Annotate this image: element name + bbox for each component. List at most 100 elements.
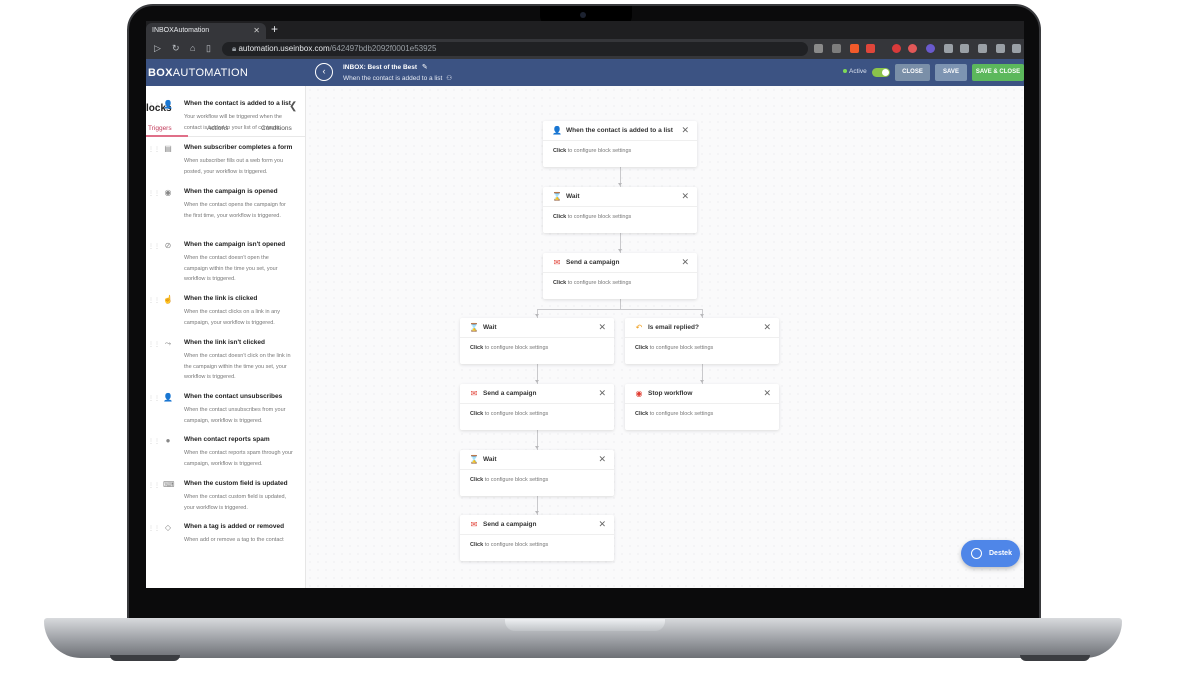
workflow-block-send-1[interactable]: ✉ Send a campaign ✕ Click to configure bloc… xyxy=(543,253,697,299)
block-close-icon[interactable]: ✕ xyxy=(763,322,771,333)
tag-icon: ◇ xyxy=(164,523,172,532)
block-close-icon[interactable]: ✕ xyxy=(763,388,771,399)
url-path: /642497bdb2092f0001e53925 xyxy=(329,44,437,53)
menu-icon[interactable] xyxy=(1012,44,1021,53)
block-close-icon[interactable]: ✕ xyxy=(681,125,689,136)
drag-handle-icon[interactable]: ⋮⋮ xyxy=(148,297,160,304)
block-config-hint[interactable]: Click to configure block settings xyxy=(470,345,548,351)
active-toggle[interactable] xyxy=(872,68,890,77)
extensions-puzzle-icon[interactable] xyxy=(944,44,953,53)
drag-handle-icon[interactable]: ⋮⋮ xyxy=(148,341,160,348)
workflow-block-wait-2[interactable]: ⌛ Wait ✕ Click to configure block settings xyxy=(460,318,614,364)
person-add-icon: 👤 xyxy=(552,126,562,135)
close-button[interactable]: CLOSE xyxy=(895,64,930,81)
drag-handle-icon[interactable]: ⋮⋮ xyxy=(148,243,160,250)
workflow-canvas[interactable]: 👤 When the contact is added to a list ✕ Cli… xyxy=(306,86,1024,588)
person-add-icon: 👤 xyxy=(163,100,173,109)
drag-handle-icon[interactable]: ⋮⋮ xyxy=(148,482,160,489)
drag-handle-icon[interactable]: ⋮⋮ xyxy=(148,190,160,197)
rewards-icon[interactable] xyxy=(866,44,875,53)
trigger-description: Your workflow will be triggered when the… xyxy=(184,114,282,131)
configure-text: to configure block settings xyxy=(649,411,714,417)
wallet-icon[interactable] xyxy=(996,44,1005,53)
help-button[interactable]: Destek xyxy=(961,540,1020,567)
key-icon[interactable] xyxy=(814,44,823,53)
block-config-hint[interactable]: Click to configure block settings xyxy=(553,214,631,220)
block-close-icon[interactable]: ✕ xyxy=(598,519,606,530)
trigger-name: When the custom field is updated xyxy=(184,480,288,487)
block-config-hint[interactable]: Click to configure block settings xyxy=(470,477,548,483)
click-label: Click xyxy=(470,345,484,351)
block-config-hint[interactable]: Click to configure block settings xyxy=(635,345,713,351)
block-close-icon[interactable]: ✕ xyxy=(681,257,689,268)
workflow-block-send-3[interactable]: ✉ Send a campaign ✕ Click to configure bloc… xyxy=(460,515,614,561)
block-config-hint[interactable]: Click to configure block settings xyxy=(553,148,631,154)
configure-text: to configure block settings xyxy=(567,280,632,286)
tab-close-icon[interactable]: ✕ xyxy=(253,26,260,35)
browser-tab-title: INBOXAutomation xyxy=(152,27,210,34)
block-header: ✉ Send a campaign ✕ xyxy=(543,253,697,273)
block-config-hint[interactable]: Click to configure block settings xyxy=(635,411,713,417)
workflow-block-send-2[interactable]: ✉ Send a campaign ✕ Click to configure bloc… xyxy=(460,384,614,430)
workflow-block-stop[interactable]: ◉ Stop workflow ✕ Click to configure block … xyxy=(625,384,779,430)
extension-record-icon[interactable] xyxy=(908,44,917,53)
block-close-icon[interactable]: ✕ xyxy=(598,454,606,465)
home-icon[interactable]: ⌂ xyxy=(190,43,195,53)
block-title: Is email replied? xyxy=(648,324,699,331)
workflow-block-replied[interactable]: ↶ Is email replied? ✕ Click to configure bl… xyxy=(625,318,779,364)
workflow-block-wait-1[interactable]: ⌛ Wait ✕ Click to configure block settings xyxy=(543,187,697,233)
extension-red-icon[interactable] xyxy=(892,44,901,53)
trigger-name: When the link isn't clicked xyxy=(184,339,266,346)
click-label: Click xyxy=(553,148,567,154)
reading-list-icon[interactable] xyxy=(960,44,969,53)
browser-tab[interactable]: INBOXAutomation ✕ xyxy=(146,23,266,39)
address-bar[interactable]: 🔒︎ automation.useinbox.com/642497bdb2092… xyxy=(222,42,808,56)
block-header: ✉ Send a campaign ✕ xyxy=(460,384,614,404)
connector-line xyxy=(620,299,621,309)
block-header: ⌛ Wait ✕ xyxy=(460,318,614,338)
bookmark-icon[interactable]: ▯ xyxy=(206,43,211,54)
block-config-hint[interactable]: Click to configure block settings xyxy=(470,411,548,417)
extension-purple-icon[interactable] xyxy=(926,44,935,53)
blocks-sidebar: locks ❮ Triggers Actions Conditions ⋮⋮ 👤 W… xyxy=(146,86,306,588)
connector-arrow xyxy=(618,183,622,186)
configure-text: to configure block settings xyxy=(567,148,632,154)
brave-icon[interactable] xyxy=(850,44,859,53)
drag-handle-icon[interactable]: ⋮⋮ xyxy=(148,525,160,532)
tab-triggers[interactable]: Triggers xyxy=(148,125,172,132)
connector-branch xyxy=(537,309,703,310)
configure-text: to configure block settings xyxy=(484,477,549,483)
workflow-subtitle: When the contact is added to a list ⚇ xyxy=(343,75,453,82)
block-config-hint[interactable]: Click to configure block settings xyxy=(553,280,631,286)
drag-handle-icon[interactable]: ⋮⋮ xyxy=(148,102,160,109)
click-label: Click xyxy=(470,542,484,548)
save-close-button[interactable]: SAVE & CLOSE xyxy=(972,64,1024,81)
workflow-block-wait-3[interactable]: ⌛ Wait ✕ Click to configure block settings xyxy=(460,450,614,496)
block-title: Send a campaign xyxy=(483,521,537,528)
connector-arrow xyxy=(700,314,704,317)
block-close-icon[interactable]: ✕ xyxy=(598,388,606,399)
back-button[interactable]: ‹ xyxy=(315,63,333,81)
workflow-block-trigger[interactable]: 👤 When the contact is added to a list ✕ Cli… xyxy=(543,121,697,167)
block-config-hint[interactable]: Click to configure block settings xyxy=(470,542,548,548)
configure-text: to configure block settings xyxy=(484,542,549,548)
block-close-icon[interactable]: ✕ xyxy=(598,322,606,333)
edit-icon[interactable]: ✎ xyxy=(422,64,428,71)
share-icon[interactable] xyxy=(832,44,841,53)
save-button[interactable]: SAVE xyxy=(935,64,967,81)
drag-handle-icon[interactable]: ⋮⋮ xyxy=(148,395,160,402)
reload-icon[interactable]: ↻ xyxy=(172,43,180,54)
unsubscribe-icon: 👤 xyxy=(163,393,173,402)
block-title: Stop workflow xyxy=(648,390,693,397)
block-header: ⌛ Wait ✕ xyxy=(460,450,614,470)
block-close-icon[interactable]: ✕ xyxy=(681,191,689,202)
drag-handle-icon[interactable]: ⋮⋮ xyxy=(148,146,160,153)
drag-handle-icon[interactable]: ⋮⋮ xyxy=(148,438,160,445)
new-tab-button[interactable]: + xyxy=(271,22,278,36)
back-nav-icon[interactable]: ▷ xyxy=(154,43,161,54)
sidebar-toggle-icon[interactable] xyxy=(978,44,987,53)
app-logo: BOXAUTOMATION xyxy=(148,67,249,79)
connector-arrow xyxy=(535,446,539,449)
browser-toolbar: ▷ ↻ ⌂ ▯ 🔒︎ automation.useinbox.com/64249… xyxy=(146,39,1024,59)
trigger-description: When the contact custom field is updated… xyxy=(184,494,287,511)
